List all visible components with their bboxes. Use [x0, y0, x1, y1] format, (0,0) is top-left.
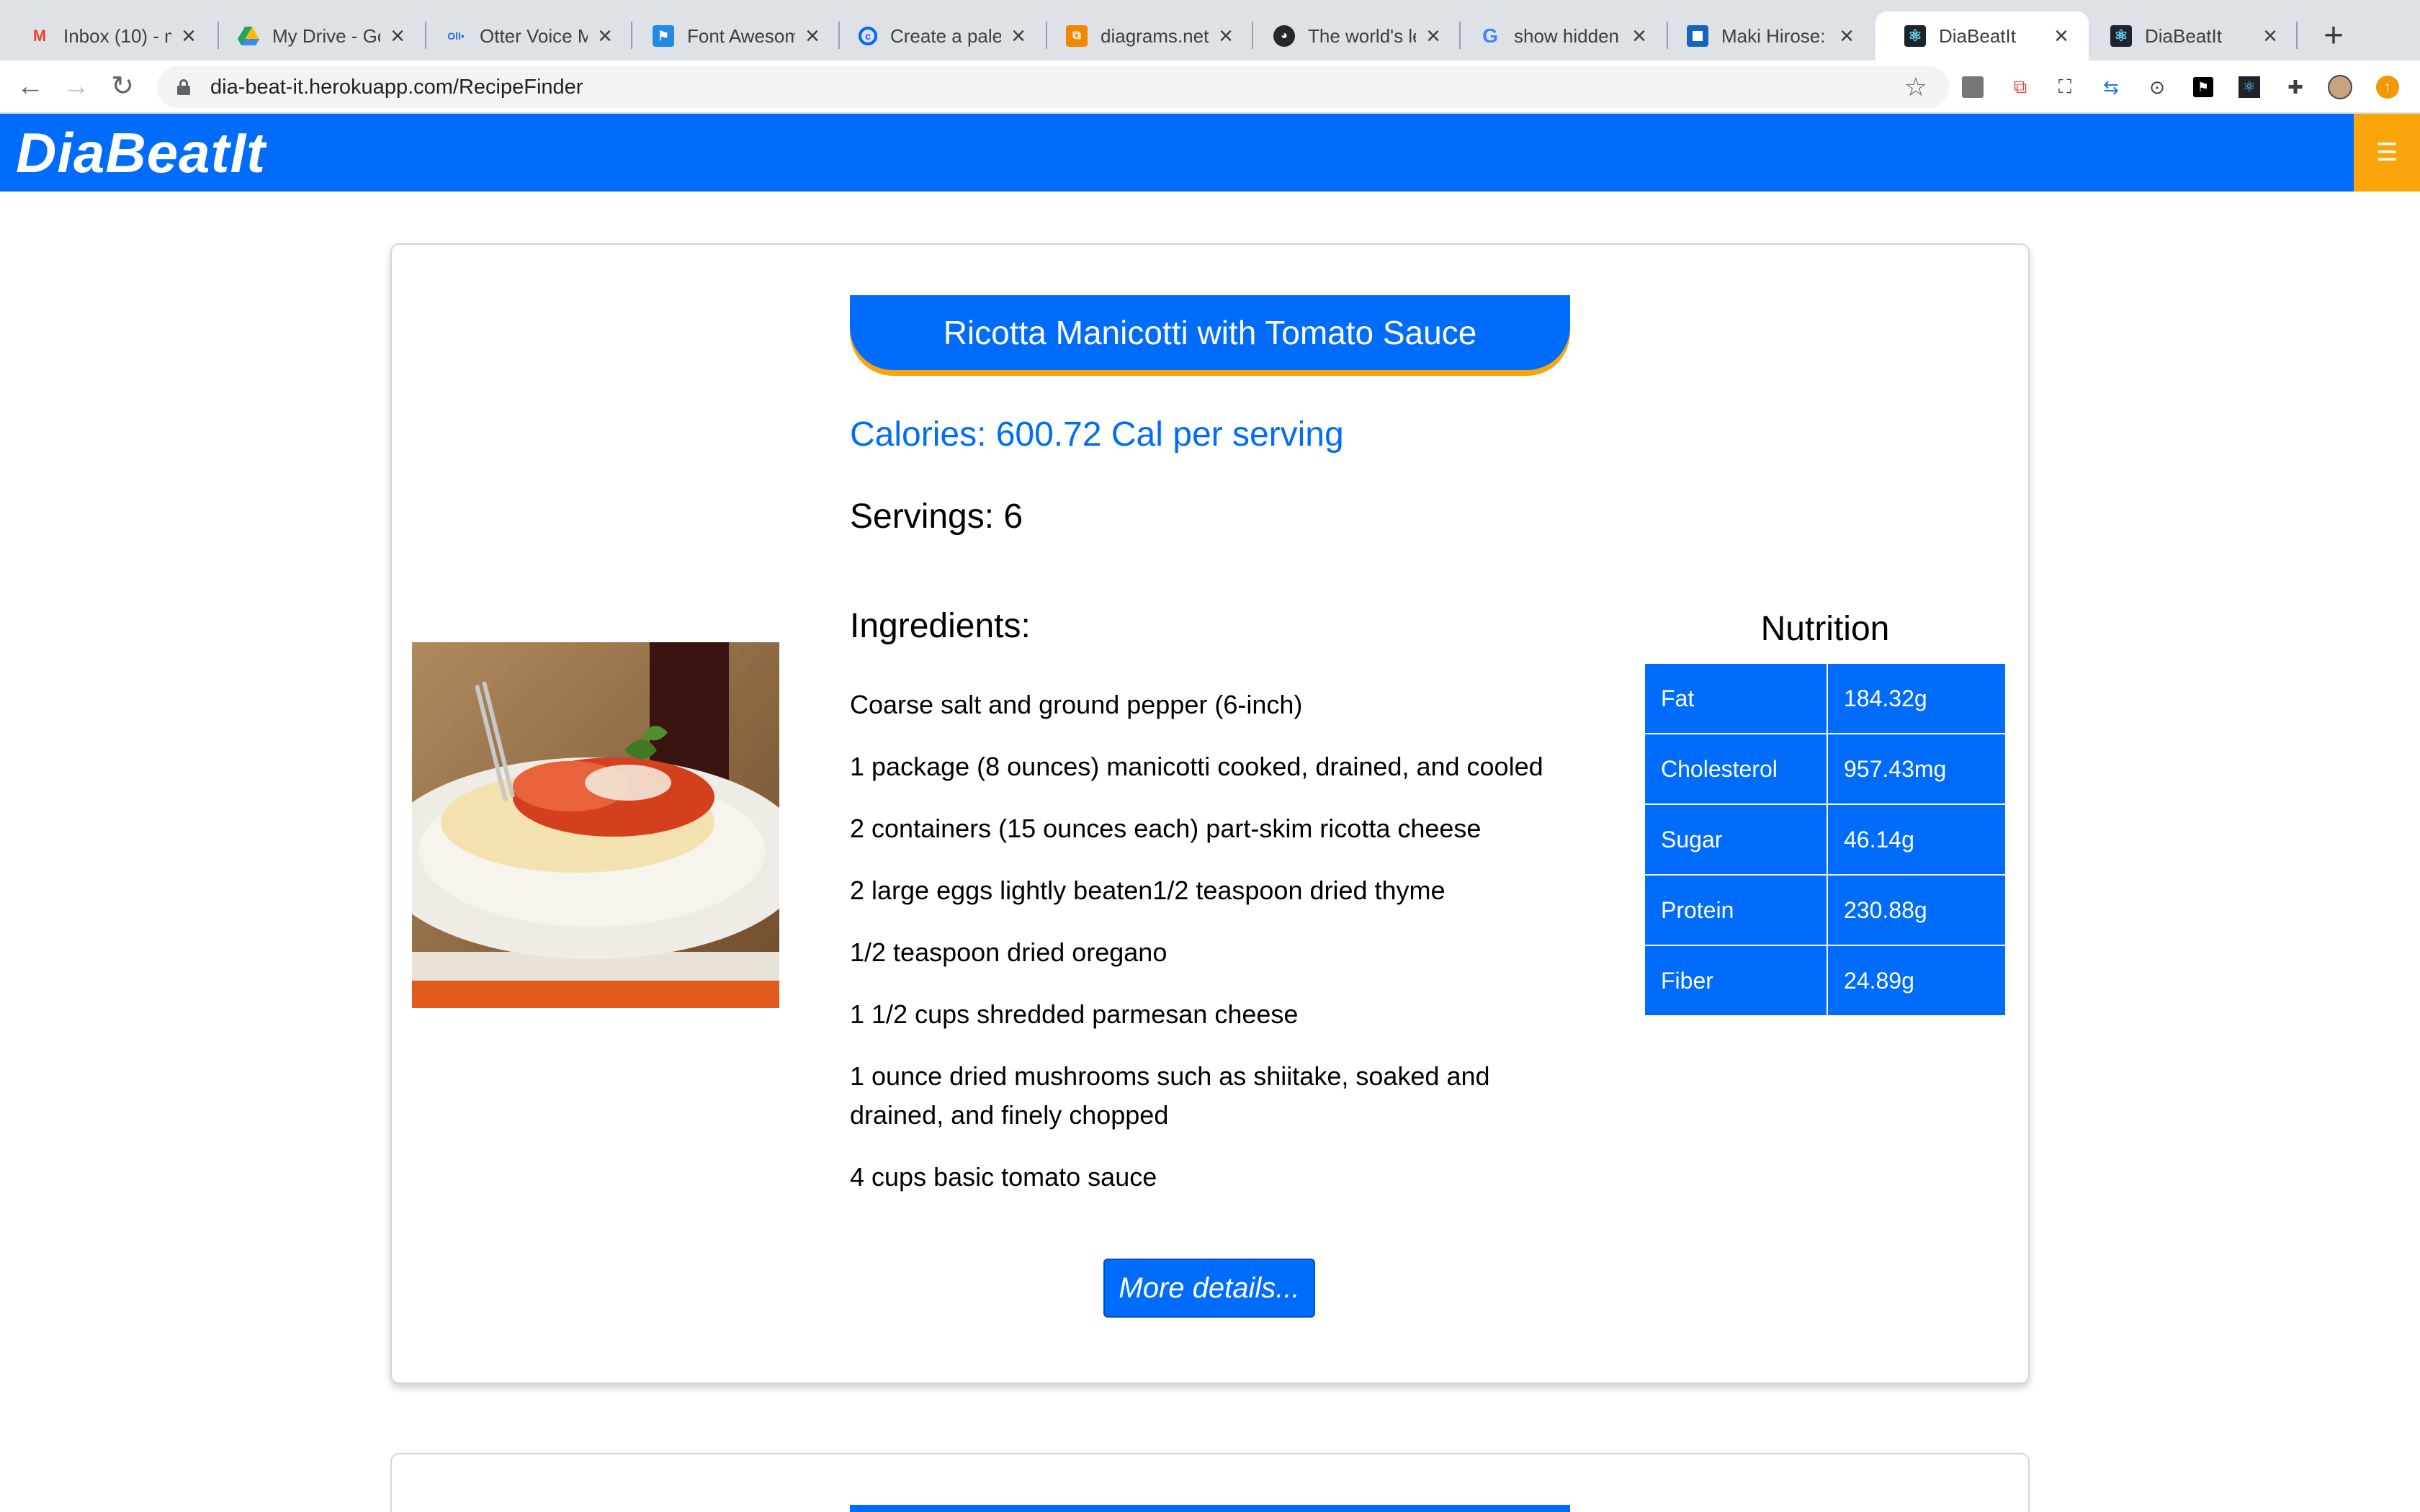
- lock-icon: [177, 79, 190, 95]
- extension-icon[interactable]: [1959, 73, 1986, 101]
- extension-icon[interactable]: ⚑: [2190, 73, 2217, 101]
- browser-tab[interactable]: ⚛ DiaBeatIt ×: [2081, 12, 2298, 60]
- tab-close-icon[interactable]: ×: [387, 24, 408, 48]
- ingredient-item: Coarse salt and ground pepper (6-inch): [850, 690, 1303, 719]
- ingredient-item: 1 ounce dried mushrooms such as shiitake…: [850, 1061, 1490, 1130]
- tab-close-icon[interactable]: ×: [802, 24, 823, 48]
- react-devtools-icon[interactable]: ⚛: [2236, 73, 2263, 101]
- nutrient-value: 46.14g: [1827, 804, 2007, 876]
- ingredients-list: Coarse salt and ground pepper (6-inch) 1…: [850, 685, 1577, 1220]
- recipe-servings: Servings: 6: [850, 498, 1023, 536]
- recipe-title: [850, 1505, 1570, 1512]
- browser-tab[interactable]: c Create a palet ×: [830, 12, 1046, 60]
- tab-close-icon[interactable]: ×: [2051, 24, 2071, 48]
- coolors-icon: c: [859, 27, 877, 45]
- square-icon: [1687, 25, 1708, 47]
- nutrition-table: Fat 184.32g Cholesterol 957.43mg Sugar 4…: [1644, 662, 2007, 1017]
- hamburger-menu-button[interactable]: ☰: [2354, 114, 2420, 192]
- browser-tab-strip: M Inbox (10) - m × My Drive - Go × Oll• …: [0, 0, 2420, 60]
- github-icon: ◕: [1273, 25, 1295, 47]
- browser-tab[interactable]: G show hidden f ×: [1451, 12, 1667, 60]
- puzzle-icon[interactable]: ✚: [2282, 73, 2309, 101]
- browser-tab[interactable]: My Drive - Go ×: [209, 12, 425, 60]
- browser-tab[interactable]: Oll• Otter Voice M ×: [416, 12, 632, 60]
- recipe-photo: [412, 642, 779, 1008]
- table-row: Protein 230.88g: [1644, 874, 2007, 946]
- ingredient-item: 4 cups basic tomato sauce: [850, 1162, 1157, 1192]
- browser-tab[interactable]: Maki Hirose: L ×: [1658, 12, 1874, 60]
- nutrient-value: 24.89g: [1827, 945, 2007, 1017]
- ingredient-item: 2 large eggs lightly beaten1/2 teaspoon …: [850, 876, 1446, 905]
- more-details-button[interactable]: More details...: [1103, 1259, 1315, 1318]
- ingredient-item: 1/2 teaspoon dried oregano: [850, 937, 1168, 967]
- otter-icon: Oll•: [447, 30, 465, 42]
- tab-close-icon[interactable]: ×: [1837, 24, 1857, 48]
- browser-tab[interactable]: M Inbox (10) - m ×: [0, 12, 216, 60]
- table-row: Fiber 24.89g: [1644, 945, 2007, 1017]
- nutrient-name: Sugar: [1644, 804, 1828, 876]
- url-text: dia-beat-it.herokuapp.com/RecipeFinder: [210, 75, 583, 99]
- tab-close-icon[interactable]: ×: [595, 24, 615, 48]
- browser-tab-active[interactable]: ⚛ DiaBeatIt ×: [1876, 12, 2089, 60]
- google-icon: G: [1482, 24, 1498, 47]
- address-bar[interactable]: dia-beat-it.herokuapp.com/RecipeFinder ☆: [157, 66, 1949, 108]
- nutrient-name: Fat: [1644, 662, 1828, 734]
- recipe-card: [390, 1453, 2030, 1512]
- avatar[interactable]: [2326, 73, 2354, 101]
- extension-icon[interactable]: ⊙: [2143, 73, 2171, 101]
- hamburger-icon: ☰: [2375, 139, 2398, 166]
- nutrient-value: 957.43mg: [1827, 733, 2007, 805]
- nutrient-name: Protein: [1644, 874, 1828, 946]
- reload-icon[interactable]: ↻: [107, 71, 138, 102]
- back-arrow-icon[interactable]: ←: [14, 71, 46, 102]
- recipe-title: Ricotta Manicotti with Tomato Sauce: [850, 295, 1570, 370]
- browser-toolbar: ← → ↻ dia-beat-it.herokuapp.com/RecipeFi…: [0, 60, 2420, 114]
- nutrient-name: Cholesterol: [1644, 733, 1828, 805]
- tab-close-icon[interactable]: ×: [179, 24, 199, 48]
- table-row: Cholesterol 957.43mg: [1644, 733, 2007, 805]
- flag-icon: ⚑: [653, 25, 674, 47]
- browser-tab[interactable]: ⧉ diagrams.net ×: [1037, 12, 1253, 60]
- nutrient-value: 230.88g: [1827, 874, 2007, 946]
- table-row: Sugar 46.14g: [1644, 804, 2007, 876]
- browser-tab[interactable]: ⚑ Font Awesome ×: [624, 12, 840, 60]
- brand-logo[interactable]: DiaBeatIt: [16, 122, 266, 183]
- nutrition-heading: Nutrition: [1760, 610, 1890, 648]
- tab-close-icon[interactable]: ×: [1629, 24, 1649, 48]
- bookmark-star-icon[interactable]: ☆: [1904, 72, 1927, 102]
- ingredient-item: 2 containers (15 ounces each) part-skim …: [850, 814, 1482, 843]
- new-tab-button[interactable]: +: [2313, 16, 2354, 56]
- extension-icon[interactable]: ⇆: [2097, 73, 2125, 101]
- tab-close-icon[interactable]: ×: [1008, 24, 1028, 48]
- recipe-calories: Calories: 600.72 Cal per serving: [850, 415, 1344, 454]
- table-row: Fat 184.32g: [1644, 662, 2007, 734]
- diagrams-icon: ⧉: [1066, 25, 1088, 47]
- tab-close-icon[interactable]: ×: [1216, 24, 1236, 48]
- app-navbar: DiaBeatIt ☰: [0, 114, 2420, 192]
- gmail-icon: M: [32, 27, 47, 45]
- tab-close-icon[interactable]: ×: [2260, 24, 2280, 48]
- ingredient-item: 1 package (8 ounces) manicotti cooked, d…: [850, 752, 1543, 781]
- nutrient-value: 184.32g: [1827, 662, 2007, 734]
- nutrient-name: Fiber: [1644, 945, 1828, 1017]
- screenshot-icon[interactable]: ⛶: [2051, 73, 2079, 101]
- forward-arrow-icon[interactable]: →: [60, 71, 92, 102]
- ingredient-item: 1 1/2 cups shredded parmesan cheese: [850, 999, 1299, 1029]
- extension-icon[interactable]: ⧉: [2007, 73, 2034, 101]
- update-icon[interactable]: ↑: [2374, 73, 2401, 101]
- react-icon: ⚛: [2110, 25, 2132, 47]
- react-icon: ⚛: [1904, 25, 1926, 47]
- ingredients-heading: Ingredients:: [850, 607, 1031, 645]
- drive-icon: [238, 25, 259, 47]
- browser-tab[interactable]: ◕ The world's le ×: [1245, 12, 1461, 60]
- tab-close-icon[interactable]: ×: [1423, 24, 1443, 48]
